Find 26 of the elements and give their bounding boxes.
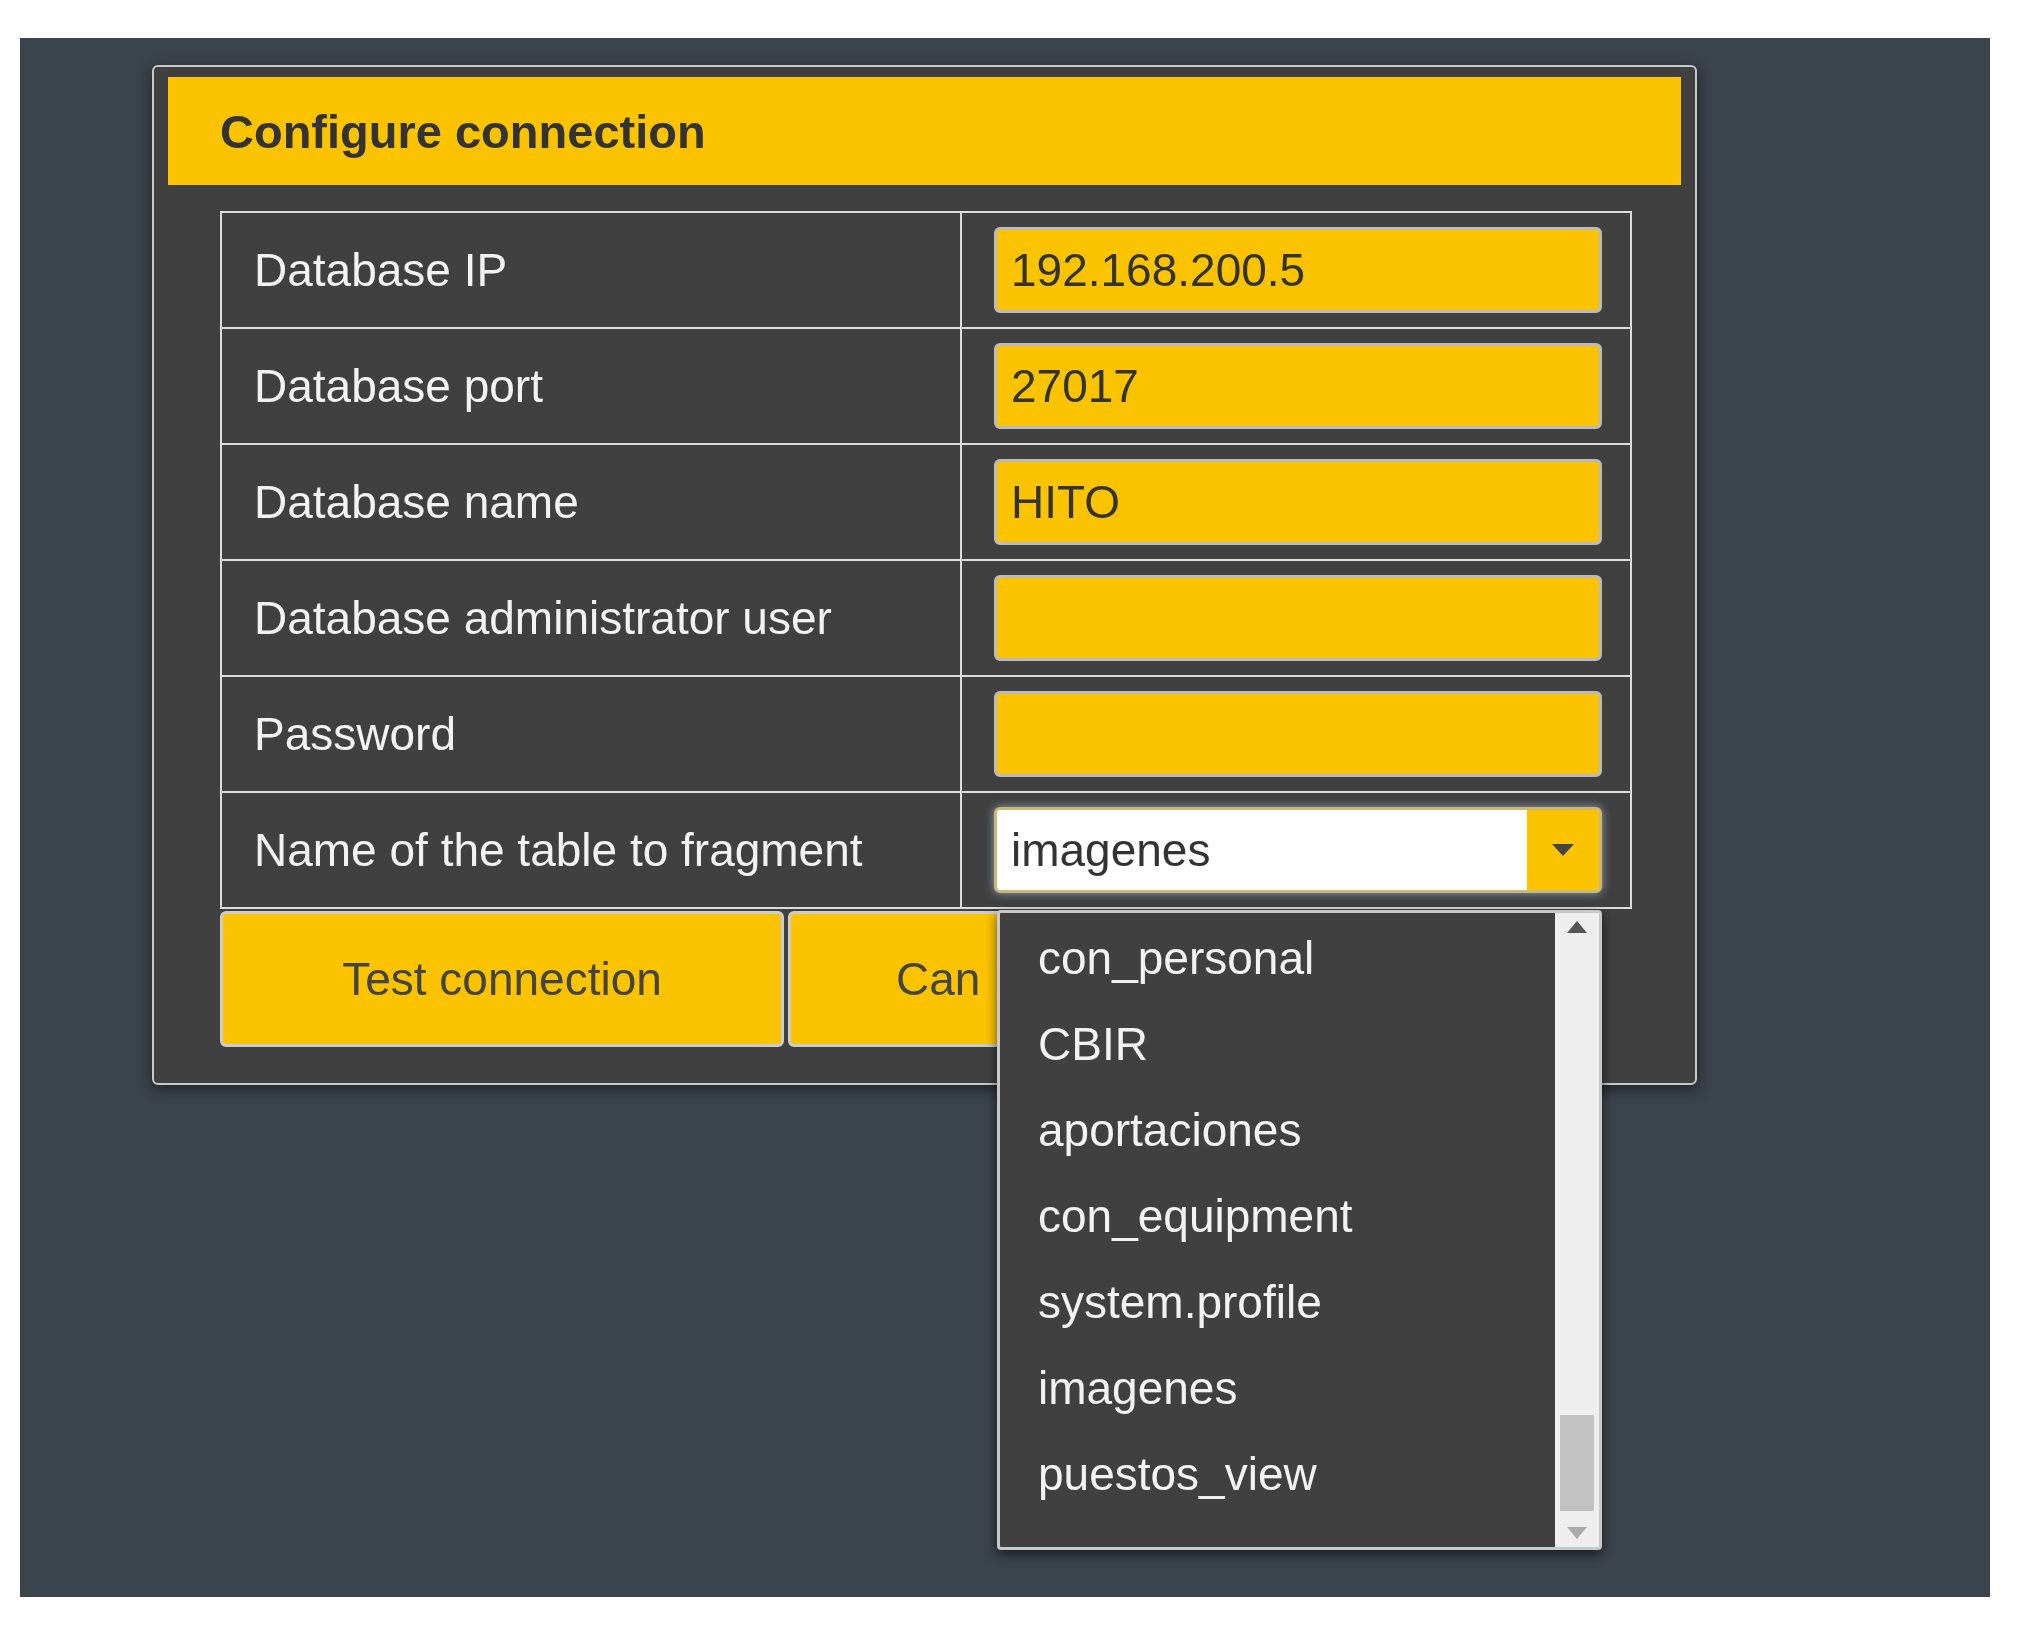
table-select[interactable]: imagenes [994, 807, 1602, 893]
dropdown-option[interactable]: CBIR [1000, 1001, 1555, 1087]
input-field[interactable]: 27017 [994, 343, 1602, 429]
scroll-up-icon[interactable] [1567, 921, 1587, 933]
dropdown-option[interactable]: aportaciones [1000, 1087, 1555, 1173]
field-label: Password [254, 708, 456, 760]
dropdown-option[interactable]: system.profile [1000, 1259, 1555, 1345]
dropdown-option[interactable]: imagenes [1000, 1345, 1555, 1431]
field-label: Database port [254, 360, 543, 412]
dropdown-option[interactable]: con_equipment [1000, 1173, 1555, 1259]
input-field[interactable] [994, 575, 1602, 661]
test-connection-button[interactable]: Test connection [220, 911, 784, 1047]
field-label: Database administrator user [254, 592, 832, 644]
scroll-thumb[interactable] [1560, 1415, 1594, 1511]
scroll-down-icon[interactable] [1567, 1527, 1587, 1539]
dialog-title: Configure connection [220, 103, 706, 159]
scrollbar[interactable] [1555, 913, 1599, 1547]
input-field[interactable]: 192.168.200.5 [994, 227, 1602, 313]
field-label: Database name [254, 476, 579, 528]
caret-icon [1552, 844, 1574, 856]
field-label: Database IP [254, 244, 508, 296]
password-field[interactable] [994, 691, 1602, 777]
input-field[interactable]: HITO [994, 459, 1602, 545]
dropdown-option[interactable]: puestos_view [1000, 1431, 1555, 1517]
dropdown-option[interactable]: con_personal [1000, 915, 1555, 1001]
field-label: Name of the table to fragment [254, 824, 863, 876]
